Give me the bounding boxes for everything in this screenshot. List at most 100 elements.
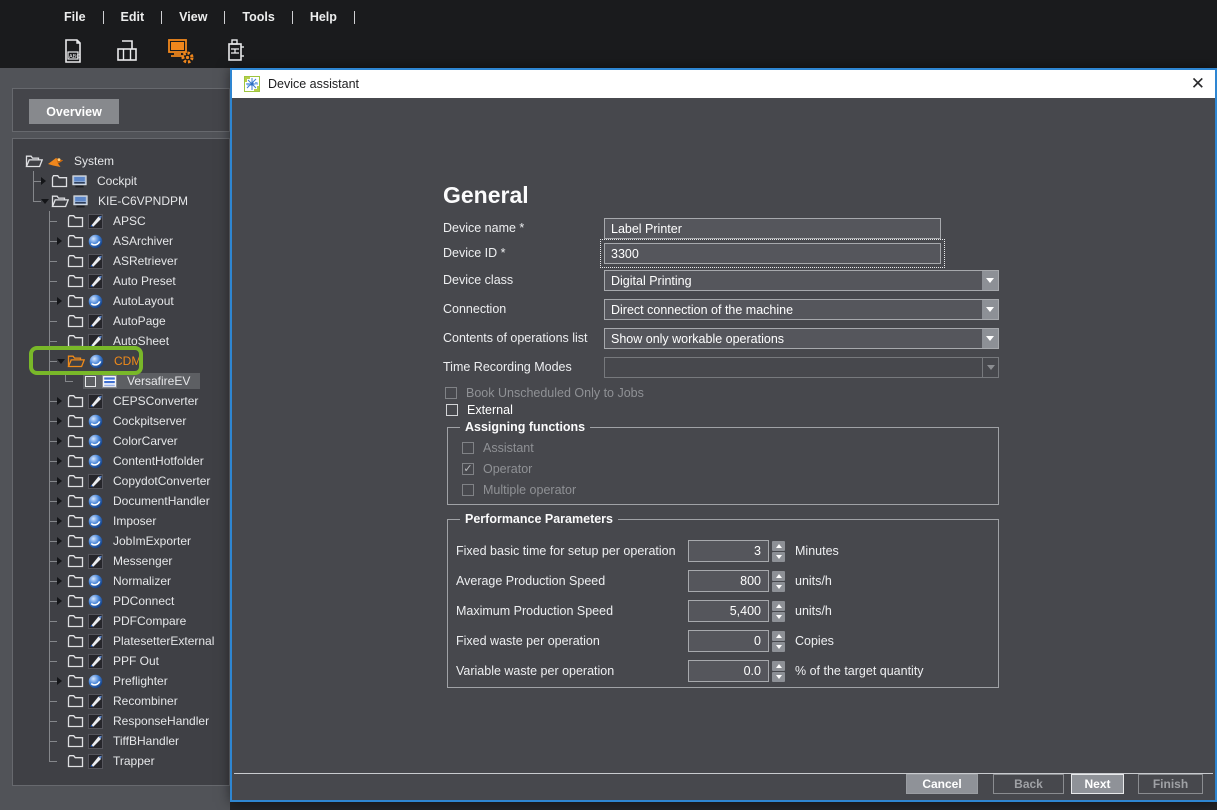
checkbox-icon[interactable] bbox=[446, 404, 458, 416]
chevron-down-icon[interactable] bbox=[982, 271, 998, 290]
spinner-down-icon[interactable] bbox=[772, 582, 785, 592]
folder-icon bbox=[67, 714, 84, 728]
tree-item-pdconnect[interactable]: PDConnect bbox=[13, 591, 229, 611]
performance-value-input[interactable]: 0 bbox=[688, 630, 769, 652]
printer-output-icon[interactable] bbox=[112, 36, 142, 66]
spinner-down-icon[interactable] bbox=[772, 552, 785, 562]
operations-list-select[interactable]: Show only workable operations bbox=[604, 328, 999, 349]
menu-edit[interactable]: Edit bbox=[113, 8, 153, 26]
tree-item-pdfcompare[interactable]: PDFCompare bbox=[13, 611, 229, 631]
external-label: External bbox=[467, 403, 513, 417]
tree-item-system[interactable]: System bbox=[13, 151, 229, 171]
performance-value-input[interactable]: 5,400 bbox=[688, 600, 769, 622]
expand-arrow[interactable] bbox=[57, 491, 67, 511]
expand-arrow[interactable] bbox=[57, 551, 67, 571]
expand-arrow[interactable] bbox=[57, 351, 67, 371]
chevron-down-icon[interactable] bbox=[982, 300, 998, 319]
expand-arrow[interactable] bbox=[57, 391, 67, 411]
tree-item-documenthandler[interactable]: DocumentHandler bbox=[13, 491, 229, 511]
tree-item-cockpit[interactable]: Cockpit bbox=[13, 171, 229, 191]
tree-item-imposer[interactable]: Imposer bbox=[13, 511, 229, 531]
tree-connector-stub bbox=[49, 401, 57, 402]
tree-item-autopage[interactable]: AutoPage bbox=[13, 311, 229, 331]
expand-arrow[interactable] bbox=[57, 431, 67, 451]
tree-item-copydotconverter[interactable]: CopydotConverter bbox=[13, 471, 229, 491]
spinner-up-icon[interactable] bbox=[772, 571, 785, 581]
menu-file[interactable]: File bbox=[56, 8, 94, 26]
device-name-input[interactable] bbox=[604, 218, 941, 239]
expand-arrow[interactable] bbox=[57, 511, 67, 531]
spinner-down-icon[interactable] bbox=[772, 642, 785, 652]
menu-help[interactable]: Help bbox=[302, 8, 345, 26]
tree-item-versafireev[interactable]: VersafireEV bbox=[13, 371, 229, 391]
menu-view[interactable]: View bbox=[171, 8, 215, 26]
expand-arrow[interactable] bbox=[57, 231, 67, 251]
close-icon[interactable]: ✕ bbox=[1191, 72, 1205, 96]
checkbox-icon: ✓ bbox=[462, 463, 474, 475]
tree-item-kie-c6vpndpm[interactable]: KIE-C6VPNDPM bbox=[13, 191, 229, 211]
spinner-up-icon[interactable] bbox=[772, 601, 785, 611]
expand-arrow[interactable] bbox=[57, 291, 67, 311]
report-abc-icon[interactable]: ABC bbox=[58, 36, 88, 66]
spinner-down-icon[interactable] bbox=[772, 612, 785, 622]
performance-value-input[interactable]: 800 bbox=[688, 570, 769, 592]
spinner-up-icon[interactable] bbox=[772, 631, 785, 641]
performance-value-input[interactable]: 0.0 bbox=[688, 660, 769, 682]
tree-connector-stub bbox=[49, 561, 57, 562]
folder-icon bbox=[67, 214, 84, 228]
tree-item-colorcarver[interactable]: ColorCarver bbox=[13, 431, 229, 451]
tree-item-auto-preset[interactable]: Auto Preset bbox=[13, 271, 229, 291]
performance-value-input[interactable]: 3 bbox=[688, 540, 769, 562]
menu-tools[interactable]: Tools bbox=[234, 8, 282, 26]
tree-checkbox[interactable] bbox=[85, 376, 96, 387]
spinner-down-icon[interactable] bbox=[772, 672, 785, 682]
spinner-buttons bbox=[772, 661, 785, 682]
expand-arrow[interactable] bbox=[57, 531, 67, 551]
tree-item-asarchiver[interactable]: ASArchiver bbox=[13, 231, 229, 251]
expand-arrow[interactable] bbox=[41, 171, 51, 191]
expand-arrow[interactable] bbox=[57, 411, 67, 431]
selected-row-highlight: VersafireEV bbox=[83, 373, 200, 389]
device-id-input[interactable] bbox=[604, 243, 941, 264]
tree-item-cepsconverter[interactable]: CEPSConverter bbox=[13, 391, 229, 411]
expand-arrow[interactable] bbox=[57, 591, 67, 611]
folder-icon bbox=[67, 234, 84, 248]
folder-icon bbox=[67, 334, 84, 348]
tree-item-cockpitserver[interactable]: Cockpitserver bbox=[13, 411, 229, 431]
expand-arrow[interactable] bbox=[57, 571, 67, 591]
expand-arrow[interactable] bbox=[57, 471, 67, 491]
tree-item-tiffbhandler[interactable]: TiffBHandler bbox=[13, 731, 229, 751]
chevron-down-icon[interactable] bbox=[982, 329, 998, 348]
connection-select[interactable]: Direct connection of the machine bbox=[604, 299, 999, 320]
external-checkbox-row[interactable]: External bbox=[446, 402, 513, 418]
spinner-up-icon[interactable] bbox=[772, 661, 785, 671]
cancel-button[interactable]: Cancel bbox=[906, 774, 978, 794]
tree-item-preflighter[interactable]: Preflighter bbox=[13, 671, 229, 691]
tree-item-platesetterexternal[interactable]: PlatesetterExternal bbox=[13, 631, 229, 651]
spinner-up-icon[interactable] bbox=[772, 541, 785, 551]
tree-item-label: VersafireEV bbox=[127, 374, 190, 388]
tree-item-jobimexporter[interactable]: JobImExporter bbox=[13, 531, 229, 551]
expand-arrow[interactable] bbox=[57, 451, 67, 471]
tree-item-contenthotfolder[interactable]: ContentHotfolder bbox=[13, 451, 229, 471]
tree-item-apsc[interactable]: APSC bbox=[13, 211, 229, 231]
tree-item-cdm[interactable]: CDM bbox=[13, 351, 229, 371]
tree-item-autosheet[interactable]: AutoSheet bbox=[13, 331, 229, 351]
expand-arrow[interactable] bbox=[57, 671, 67, 691]
tree-item-responsehandler[interactable]: ResponseHandler bbox=[13, 711, 229, 731]
tree-item-asretriever[interactable]: ASRetriever bbox=[13, 251, 229, 271]
expand-arrow[interactable] bbox=[41, 191, 51, 211]
tree-item-recombiner[interactable]: Recombiner bbox=[13, 691, 229, 711]
tree-item-trapper[interactable]: Trapper bbox=[13, 751, 229, 771]
tree-item-autolayout[interactable]: AutoLayout bbox=[13, 291, 229, 311]
device-class-select[interactable]: Digital Printing bbox=[604, 270, 999, 291]
tab-overview[interactable]: Overview bbox=[29, 99, 119, 124]
tree-item-normalizer[interactable]: Normalizer bbox=[13, 571, 229, 591]
machine-icon[interactable] bbox=[220, 36, 250, 66]
next-button[interactable]: Next bbox=[1071, 774, 1124, 794]
pen-icon bbox=[88, 274, 103, 289]
tree-item-messenger[interactable]: Messenger bbox=[13, 551, 229, 571]
tree-item-ppf-out[interactable]: PPF Out bbox=[13, 651, 229, 671]
device-settings-icon[interactable] bbox=[166, 36, 196, 66]
time-recording-label: Time Recording Modes bbox=[443, 357, 572, 378]
